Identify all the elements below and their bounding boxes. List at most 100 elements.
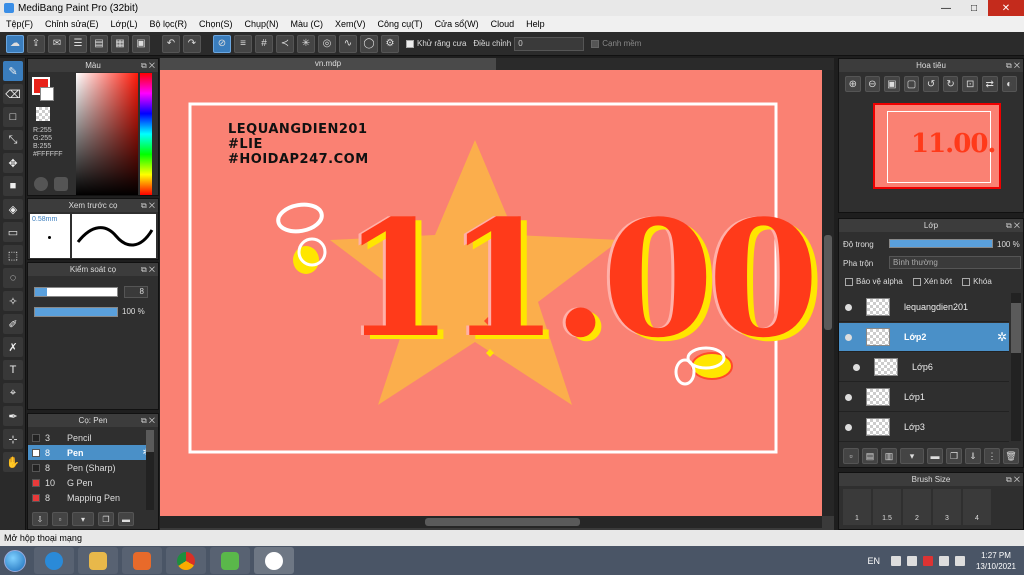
new-halftone-layer-icon[interactable]: ▤ xyxy=(862,448,878,464)
duplicate-layer-icon[interactable]: ❐ xyxy=(946,448,962,464)
layer-item-lop1[interactable]: Lớp1 xyxy=(839,383,1009,412)
panel-controls-icon[interactable]: ⧉ ✕ xyxy=(141,414,155,427)
list-icon[interactable]: ☰ xyxy=(69,34,87,53)
blend-mode-select[interactable]: Bình thường xyxy=(889,256,1021,269)
grid-icon[interactable]: ▦ xyxy=(111,34,129,53)
saturation-value-picker[interactable] xyxy=(76,73,138,195)
vietkey-icon[interactable] xyxy=(922,555,933,566)
clipping-checkbox[interactable]: Xén bớt xyxy=(912,277,952,286)
antialias-checkbox[interactable]: Khử răng cưa xyxy=(406,39,466,48)
transparent-color[interactable] xyxy=(36,107,50,121)
artwork-canvas[interactable]: LEQUANGDIEN201 #LIE #HOIDAP247.COM 11.00… xyxy=(160,70,822,516)
chrome-icon[interactable] xyxy=(166,547,206,574)
brush-size-preset[interactable]: 3 xyxy=(933,489,961,525)
brush-size-value[interactable]: 8 xyxy=(124,286,148,298)
menu-snap[interactable]: Chụp(N) xyxy=(239,19,285,29)
text-tool-icon[interactable]: T xyxy=(3,360,23,380)
menu-filter[interactable]: Bộ lọc(R) xyxy=(143,19,193,29)
new-brush-icon[interactable]: ▫ xyxy=(52,512,68,526)
brush-size-slider[interactable] xyxy=(34,287,118,297)
snap-off-icon[interactable]: ⊘ xyxy=(213,34,231,53)
background-color[interactable] xyxy=(40,87,54,101)
panel-controls-icon[interactable]: ⧉ ✕ xyxy=(1006,219,1020,232)
palette-icon[interactable] xyxy=(34,177,48,191)
rectangle-tool-icon[interactable]: □ xyxy=(3,107,23,127)
menu-layer[interactable]: Lớp(L) xyxy=(105,19,144,29)
maximize-button[interactable]: □ xyxy=(960,0,988,16)
menu-file[interactable]: Tệp(F) xyxy=(0,19,39,29)
layer-list-scrollbar[interactable] xyxy=(1011,293,1021,441)
vanishing-snap-icon[interactable]: ≺ xyxy=(276,34,294,53)
file-explorer-icon[interactable] xyxy=(78,547,118,574)
hue-slider[interactable] xyxy=(140,73,152,195)
panel-controls-icon[interactable]: ⧉ ✕ xyxy=(1006,59,1020,72)
select-eraser-tool-icon[interactable]: ✗ xyxy=(3,337,23,357)
menu-cloud[interactable]: Cloud xyxy=(485,19,521,29)
trash-icon[interactable]: 🗑 xyxy=(1003,448,1019,464)
layer-item-lop3[interactable]: Lớp3 xyxy=(839,413,1009,442)
menu-select[interactable]: Chọn(S) xyxy=(193,19,239,29)
lock-checkbox[interactable]: Khóa xyxy=(962,277,992,286)
dot-tool-icon[interactable]: ⤡ xyxy=(3,130,23,150)
minimize-button[interactable]: — xyxy=(932,0,960,16)
color-set-icon[interactable] xyxy=(54,177,68,191)
radial-snap-icon[interactable]: ✳ xyxy=(297,34,315,53)
magic-wand-tool-icon[interactable]: ✧ xyxy=(3,291,23,311)
tray-arrow-icon[interactable] xyxy=(890,555,901,566)
panel-icon[interactable]: ▣ xyxy=(132,34,150,53)
layer-item-lop6[interactable]: Lớp6 xyxy=(839,353,1009,382)
close-button[interactable]: ✕ xyxy=(988,0,1024,16)
rotate-right-icon[interactable]: ↻ xyxy=(942,76,959,92)
battery-icon[interactable] xyxy=(906,555,917,566)
adjust-select[interactable]: 0 xyxy=(514,36,585,51)
brush-opacity-slider[interactable] xyxy=(34,307,118,317)
select-pen-tool-icon[interactable]: ✐ xyxy=(3,314,23,334)
new-layer-icon[interactable]: ▫ xyxy=(843,448,859,464)
media-player-icon[interactable] xyxy=(122,547,162,574)
zoom-in-icon[interactable]: ⊕ xyxy=(845,76,861,92)
panel-controls-icon[interactable]: ⧉ ✕ xyxy=(1006,473,1020,486)
redo-icon[interactable]: ↷ xyxy=(183,34,201,53)
brush-size-preset[interactable]: 2 xyxy=(903,489,931,525)
folder-icon[interactable]: ▬ xyxy=(118,512,134,526)
eraser-tool-icon[interactable]: ⌫ xyxy=(3,84,23,104)
document-icon[interactable]: ▤ xyxy=(90,34,108,53)
zoom-out-icon[interactable]: ⊖ xyxy=(864,76,881,92)
brush-item-pencil[interactable]: 3 Pencil xyxy=(28,430,154,445)
canvas-horizontal-scrollbar[interactable] xyxy=(160,516,822,528)
eye-icon[interactable] xyxy=(853,363,860,371)
brush-size-preset[interactable]: 4 xyxy=(963,489,991,525)
circle-snap-icon[interactable]: ◎ xyxy=(318,34,336,53)
rotate-left-icon[interactable]: ↺ xyxy=(923,76,939,92)
brush-item-mapping-pen[interactable]: 8 Mapping Pen xyxy=(28,490,154,505)
volume-icon[interactable] xyxy=(954,555,965,566)
brush-item-pen-sharp[interactable]: 8 Pen (Sharp) xyxy=(28,460,154,475)
add-brush-icon[interactable]: ▾ xyxy=(72,512,94,526)
panel-controls-icon[interactable]: ⧉ ✕ xyxy=(141,59,155,72)
edge-checkbox[interactable]: Cạnh mềm xyxy=(591,39,641,48)
parallel-snap-icon[interactable]: ≡ xyxy=(234,34,252,53)
brush-size-preset[interactable]: 1.5 xyxy=(873,489,901,525)
brush-list-scrollbar[interactable] xyxy=(146,430,154,510)
curve-snap-icon[interactable]: ∿ xyxy=(339,34,357,53)
share-icon[interactable]: ⇪ xyxy=(27,34,45,53)
folder-icon[interactable]: ▬ xyxy=(927,448,943,464)
app-icon[interactable] xyxy=(210,547,250,574)
brush-item-g-pen[interactable]: 10 G Pen xyxy=(28,475,154,490)
move-tool-icon[interactable]: ✥ xyxy=(3,153,23,173)
menu-help[interactable]: Help xyxy=(520,19,551,29)
fill-rect-tool-icon[interactable]: ■ xyxy=(3,176,23,196)
layer-opacity-slider[interactable] xyxy=(889,239,993,248)
protect-alpha-checkbox[interactable]: Bảo vệ alpha xyxy=(845,277,903,286)
layer-item-lequangdien201[interactable]: lequangdien201 xyxy=(839,293,1009,322)
eyedropper-tool-icon[interactable]: ✒ xyxy=(3,406,23,426)
gear-icon[interactable]: ⚙ xyxy=(381,34,399,53)
hand-tool-icon[interactable]: ✋ xyxy=(3,452,23,472)
gear-icon[interactable]: ✲ xyxy=(997,330,1007,344)
canvas-vertical-scrollbar[interactable] xyxy=(822,70,834,516)
divide-tool-icon[interactable]: ⌖ xyxy=(3,383,23,403)
brush-tool-icon[interactable]: ✎ xyxy=(3,61,23,81)
eye-icon[interactable] xyxy=(845,393,852,401)
eye-icon[interactable] xyxy=(845,303,852,311)
language-indicator[interactable]: EN xyxy=(867,556,880,566)
